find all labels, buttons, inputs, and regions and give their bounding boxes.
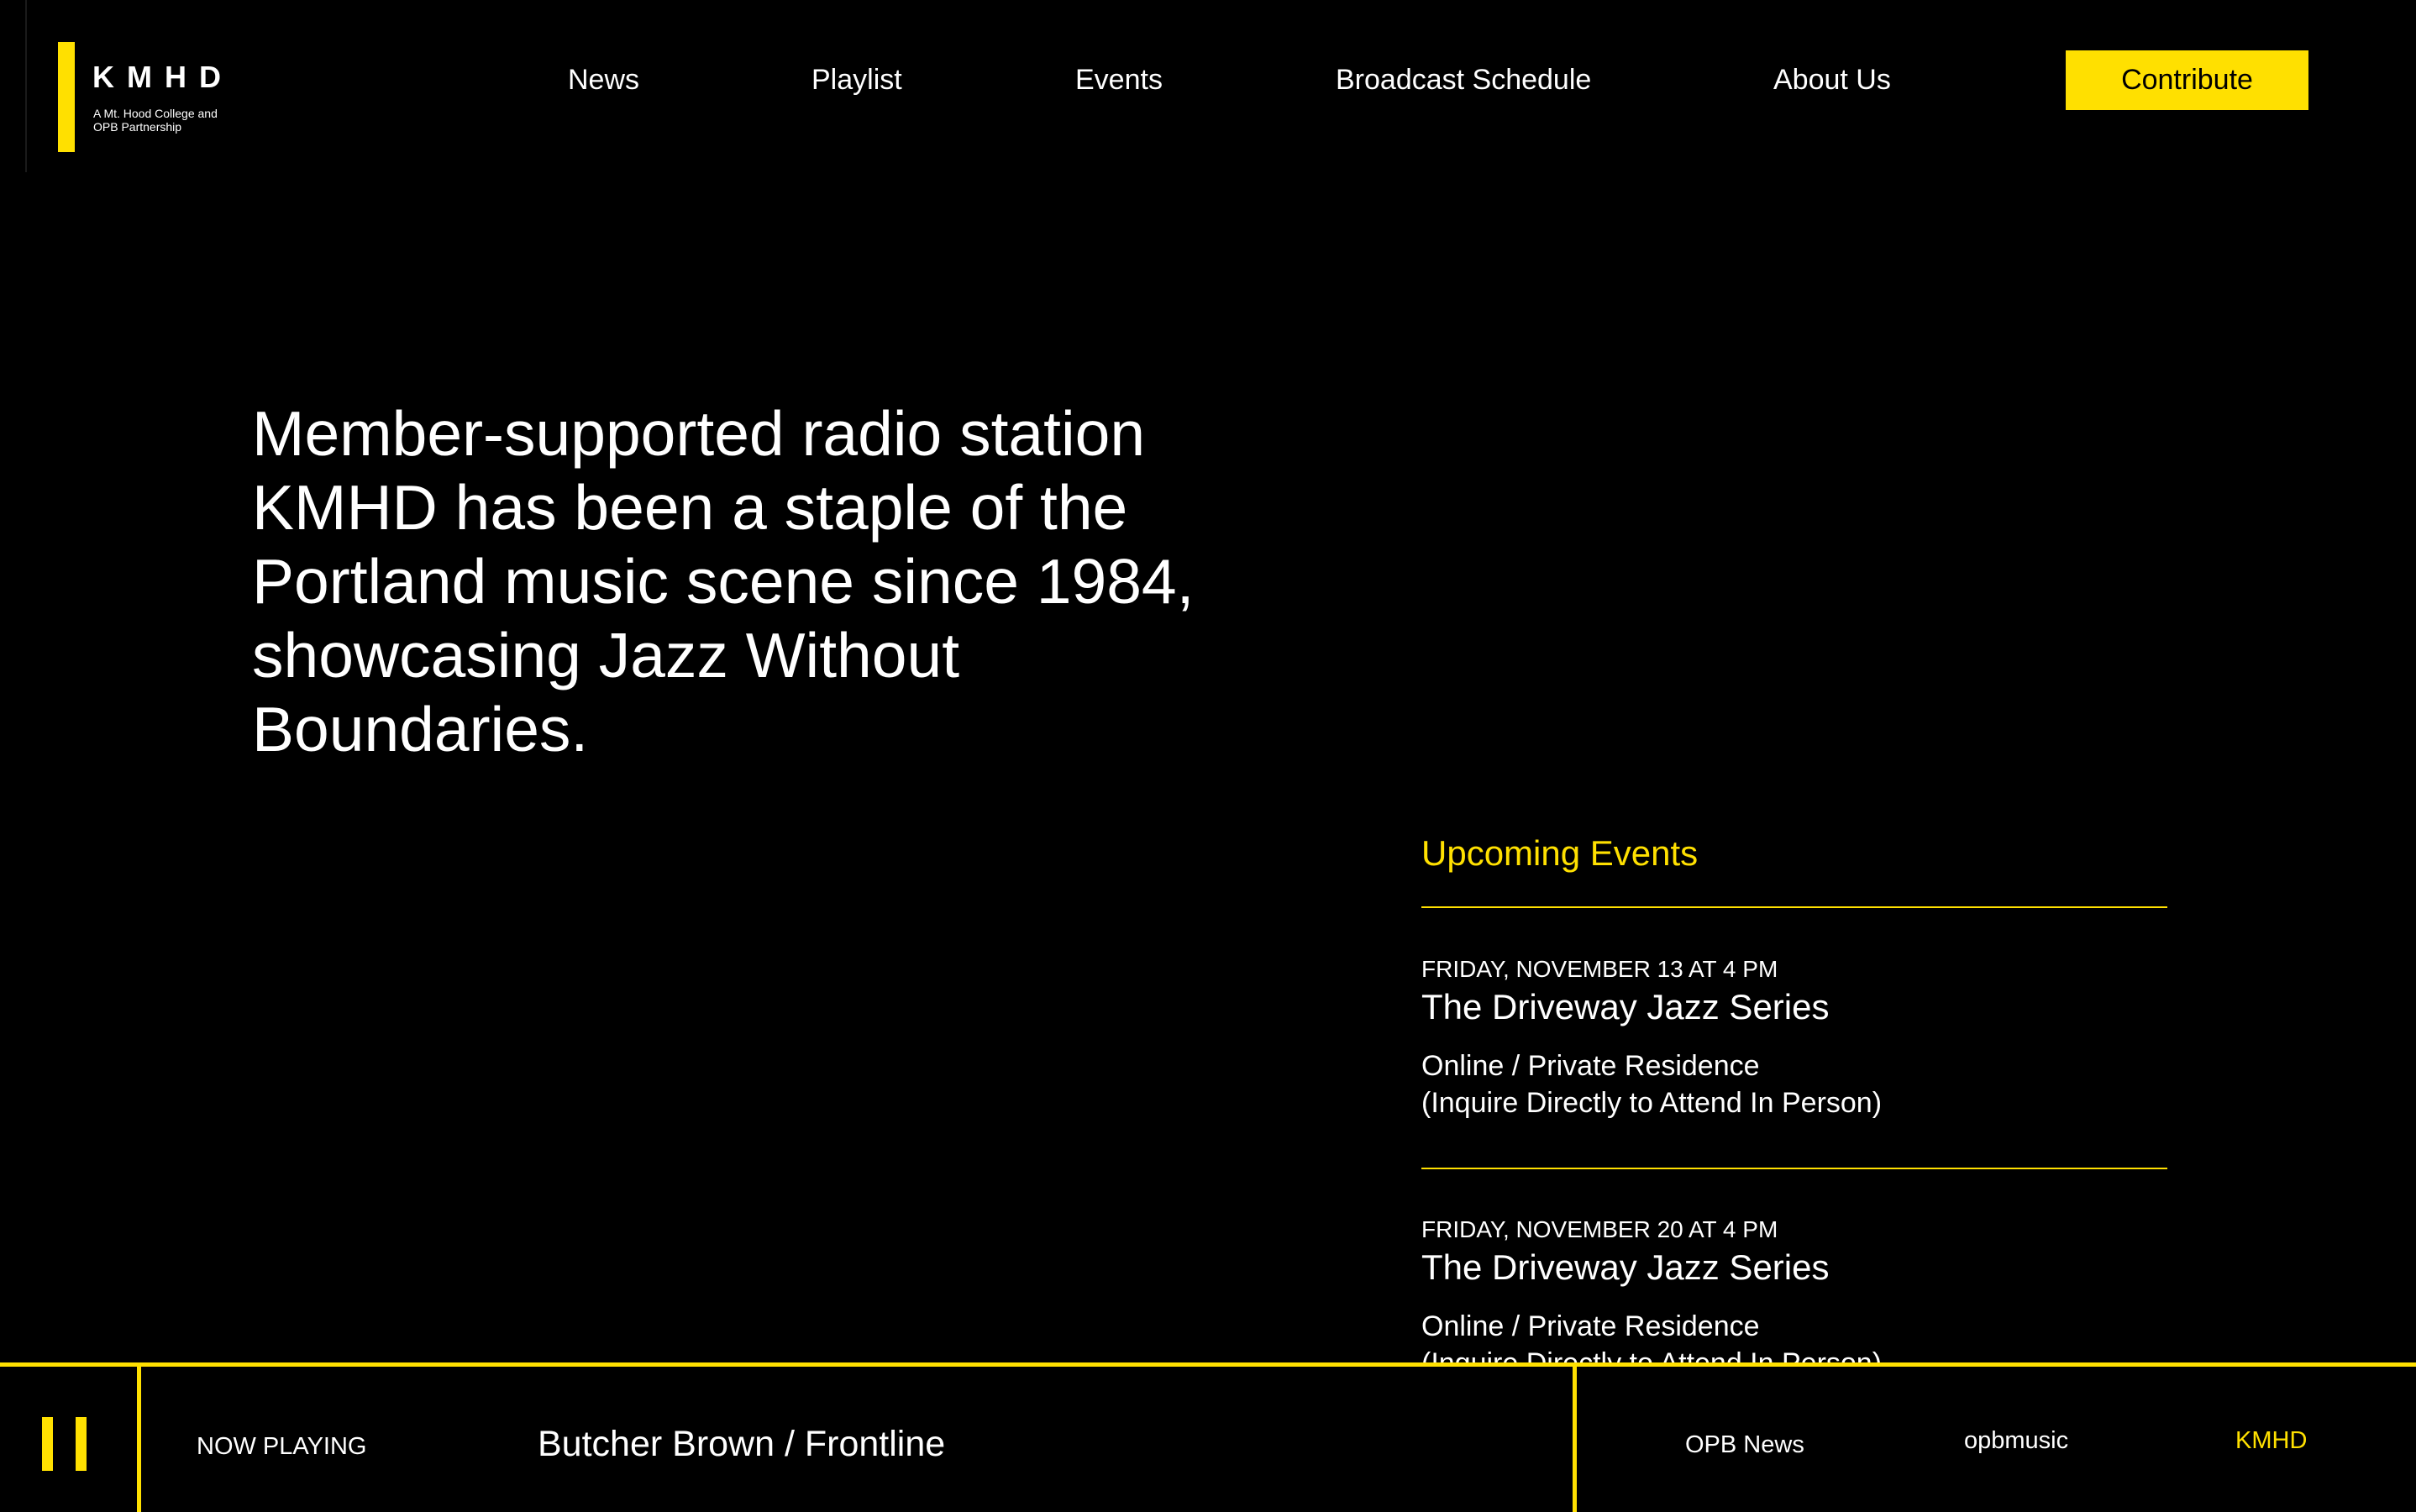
event-title[interactable]: The Driveway Jazz Series (1421, 986, 1829, 1028)
pause-icon (76, 1417, 87, 1471)
audio-player-bar: NOW PLAYING Butcher Brown / Frontline OP… (0, 1362, 2416, 1512)
stream-kmhd[interactable]: KMHD (2235, 1425, 2307, 1456)
logo-mark (58, 42, 75, 152)
pause-icon (42, 1417, 53, 1471)
edge-divider (25, 0, 27, 172)
pause-button[interactable] (38, 1417, 97, 1471)
now-playing-track: Butcher Brown / Frontline (538, 1424, 946, 1464)
nav-broadcast-schedule[interactable]: Broadcast Schedule (1336, 62, 1591, 97)
now-playing-label: NOW PLAYING (197, 1433, 367, 1460)
event-location-note: (Inquire Directly to Attend In Person) (1421, 1087, 1883, 1119)
hero-statement: Member-supported radio station KMHD has … (252, 398, 1195, 764)
events-divider (1421, 1168, 2167, 1169)
event-title[interactable]: The Driveway Jazz Series (1421, 1247, 1829, 1289)
player-divider (137, 1367, 141, 1512)
stream-opbmusic[interactable]: opbmusic (1964, 1425, 2068, 1456)
logo-wordmark: KMHD (92, 60, 234, 94)
event-date: FRIDAY, NOVEMBER 20 AT 4 PM (1421, 1216, 1778, 1242)
events-divider (1421, 906, 2167, 908)
player-divider (1573, 1367, 1577, 1512)
event-location: Online / Private Residence (1421, 1050, 1760, 1082)
event-date: FRIDAY, NOVEMBER 13 AT 4 PM (1421, 956, 1778, 982)
nav-playlist[interactable]: Playlist (811, 62, 902, 97)
contribute-button[interactable]: Contribute (2066, 50, 2308, 110)
stream-opb-news[interactable]: OPB News (1685, 1430, 1804, 1460)
nav-news[interactable]: News (568, 62, 639, 97)
nav-events[interactable]: Events (1075, 62, 1163, 97)
event-location: Online / Private Residence (1421, 1310, 1760, 1342)
logo-tagline: A Mt. Hood College and OPB Partnership (93, 107, 218, 134)
nav-about-us[interactable]: About Us (1773, 62, 1891, 97)
events-heading: Upcoming Events (1421, 833, 1699, 873)
